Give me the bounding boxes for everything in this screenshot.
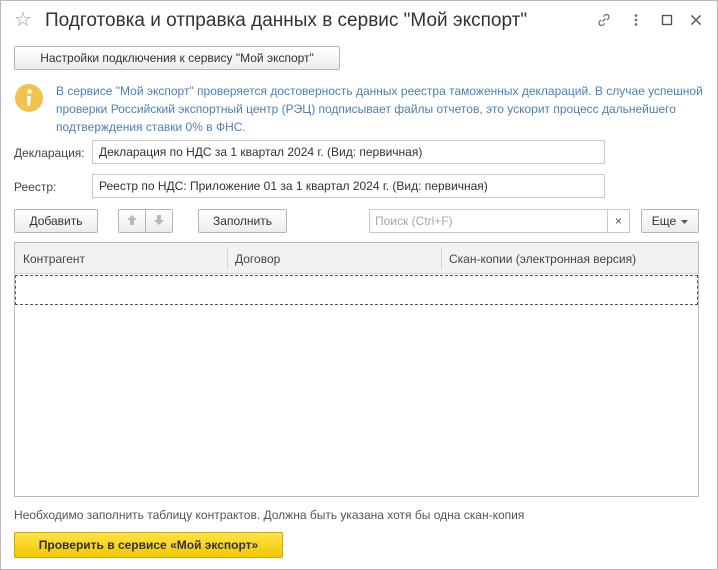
chevron-down-icon [681,214,689,228]
arrow-down-icon [153,214,165,229]
title-bar: ☆ Подготовка и отправка данных в сервис … [1,1,717,41]
close-icon[interactable] [687,11,705,29]
add-button[interactable]: Добавить [14,209,98,233]
maximize-icon[interactable] [658,11,676,29]
link-icon[interactable] [595,11,613,29]
form-window: ☆ Подготовка и отправка данных в сервис … [0,0,718,570]
more-vertical-icon[interactable] [627,11,645,29]
check-in-service-button[interactable]: Проверить в сервисе «Мой экспорт» [14,532,283,558]
window-title: Подготовка и отправка данных в сервис "М… [45,10,528,31]
move-down-button[interactable] [145,209,173,233]
validation-hint: Необходимо заполнить таблицу контрактов.… [14,508,525,522]
table-header: Контрагент Договор Скан-копии (электронн… [15,243,698,274]
fill-button[interactable]: Заполнить [198,209,287,233]
contracts-table: Контрагент Договор Скан-копии (электронн… [14,242,699,497]
clear-search-button[interactable]: × [607,210,629,232]
connection-settings-button[interactable]: Настройки подключения к сервису "Мой экс… [14,46,340,70]
info-icon [14,83,44,113]
column-header-scan-copies[interactable]: Скан-копии (электронная версия) [441,243,698,274]
registry-field[interactable]: Реестр по НДС: Приложение 01 за 1 кварта… [92,174,605,198]
search-field[interactable]: Поиск (Ctrl+F) × [369,209,630,233]
arrow-up-icon [126,214,138,229]
star-icon[interactable]: ☆ [14,10,32,30]
more-button[interactable]: Еще [641,209,699,233]
move-up-button[interactable] [118,209,146,233]
registry-label: Реестр: [14,180,57,194]
search-input[interactable]: Поиск (Ctrl+F) [370,214,607,228]
info-message: В сервисе "Мой экспорт" проверяется дост… [56,84,703,134]
declaration-label: Декларация: [14,146,85,160]
declaration-field[interactable]: Декларация по НДС за 1 квартал 2024 г. (… [92,140,605,164]
more-button-label: Еще [651,214,677,228]
column-header-contract[interactable]: Договор [227,243,441,274]
column-header-counterparty[interactable]: Контрагент [15,243,227,274]
table-row-selected[interactable] [15,275,698,305]
